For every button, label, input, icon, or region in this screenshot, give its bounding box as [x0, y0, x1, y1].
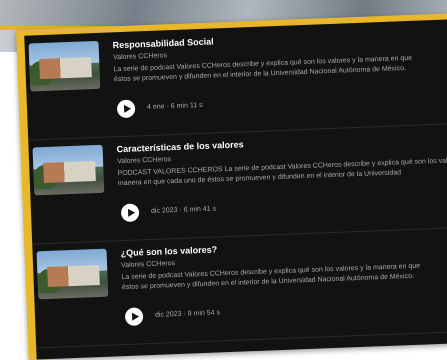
episode-item[interactable]: ¿Qué son los valores? Valores CCHeros La… [32, 225, 447, 349]
episode-title[interactable]: Responsabilidad Social [112, 36, 213, 50]
episode-duration: 9 min 54 s [187, 309, 221, 318]
episode-show-name[interactable]: Valores CCHeros [117, 156, 171, 165]
episode-list: Responsabilidad Social Valores CCHeros L… [24, 17, 447, 360]
meta-separator: · [179, 206, 182, 214]
episode-meta: dic 2023 · 6 min 41 s [151, 205, 216, 214]
episode-title[interactable]: Características de los valores [116, 139, 243, 154]
episode-thumbnail [28, 40, 101, 92]
episode-date: dic 2023 [150, 206, 178, 215]
meta-separator: · [166, 103, 170, 111]
episode-thumbnail [36, 248, 109, 300]
meta-separator: · [183, 310, 186, 318]
episode-item[interactable]: Responsabilidad Social Valores CCHeros L… [24, 17, 447, 141]
episode-meta: dic 2023 · 9 min 54 s [155, 309, 220, 318]
play-icon[interactable] [120, 203, 140, 223]
episode-title[interactable]: ¿Qué son los valores? [120, 244, 217, 258]
episode-thumbnail [32, 144, 105, 196]
episode-item[interactable]: Características de los valores Valores C… [28, 121, 447, 245]
episode-duration: 6 min 41 s [183, 205, 217, 214]
episode-show-name[interactable]: Valores CCHeros [121, 260, 175, 269]
episode-date: dic 2023 [154, 310, 182, 319]
episode-show-name[interactable]: Valores CCHeros [113, 52, 167, 61]
episode-meta: 4 ene · 6 min 11 s [147, 102, 203, 111]
episode-date: 4 ene [146, 103, 165, 112]
episode-duration: 6 min 11 s [170, 101, 203, 111]
play-icon[interactable] [124, 307, 144, 327]
play-icon[interactable] [116, 99, 136, 119]
podcast-screenshot-card: Responsabilidad Social Valores CCHeros L… [16, 11, 447, 360]
